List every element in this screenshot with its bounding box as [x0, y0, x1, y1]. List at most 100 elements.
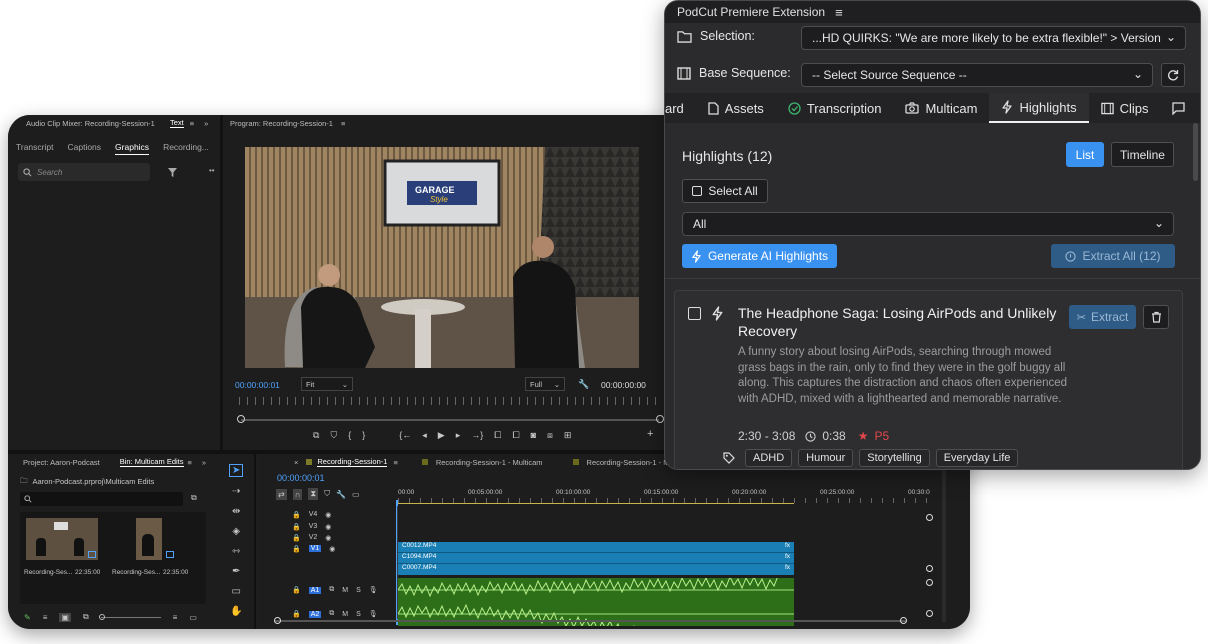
program-timecode[interactable]: 00:00:00:01: [235, 380, 280, 390]
tab-project[interactable]: Project: Aaron-Podcast: [23, 458, 100, 467]
mic-icon[interactable]: 🎙: [369, 610, 378, 618]
mark-out-icon[interactable]: }: [362, 430, 365, 441]
zoom-slider[interactable]: [98, 613, 161, 620]
timeline-vscroll[interactable]: [942, 462, 946, 622]
icon-view-icon[interactable]: ▣: [59, 612, 71, 622]
scroll-handle[interactable]: [926, 565, 933, 572]
timeline-hscroll[interactable]: [274, 620, 906, 622]
scroll-handle[interactable]: [926, 579, 933, 586]
list-view-button[interactable]: List: [1066, 142, 1104, 167]
timeline-tab[interactable]: Recording-Session-1 - Multicam: [436, 458, 543, 467]
filter-icon[interactable]: [168, 168, 177, 177]
tag-chip[interactable]: Everyday Life: [935, 449, 1019, 467]
tag-chip[interactable]: ADHD: [745, 449, 793, 467]
insert-icon[interactable]: ⧉: [313, 430, 319, 441]
panel-tab-text[interactable]: Text: [170, 118, 184, 128]
tab-chat[interactable]: [1160, 93, 1197, 123]
marker-icon[interactable]: ⛉: [330, 430, 337, 441]
select-all-button[interactable]: Select All: [682, 179, 768, 203]
track-select-icon[interactable]: ⇢: [232, 486, 240, 497]
timeline-view-button[interactable]: Timeline: [1111, 142, 1174, 167]
tab-highlights[interactable]: Highlights: [989, 93, 1089, 123]
resolution-dropdown[interactable]: Full ⌄: [525, 377, 565, 391]
program-title[interactable]: Program: Recording-Session-1: [230, 119, 333, 128]
mark-in-icon[interactable]: {: [348, 430, 351, 441]
captions-icon[interactable]: ▭: [352, 490, 360, 499]
panel-overflow-icon[interactable]: »: [202, 458, 206, 467]
sync-icon[interactable]: ⧉: [329, 610, 334, 618]
extract-button[interactable]: ✂ Extract: [1069, 305, 1136, 329]
lock-icon[interactable]: 🔒: [292, 534, 301, 542]
track-label[interactable]: V1: [308, 545, 322, 552]
pen-tool-icon[interactable]: ✒: [232, 566, 240, 577]
tab-clips[interactable]: Clips: [1089, 93, 1161, 123]
track-label[interactable]: V3: [309, 523, 318, 530]
add-button-icon[interactable]: +: [647, 428, 653, 440]
wrench-icon[interactable]: 🔧: [578, 379, 589, 390]
lock-icon[interactable]: 🔒: [292, 511, 301, 519]
scroll-handle[interactable]: [926, 610, 933, 617]
new-item-icon[interactable]: ▭: [189, 613, 197, 622]
scroll-handle[interactable]: [900, 617, 907, 624]
track-label[interactable]: A1: [308, 586, 322, 594]
highlight-card[interactable]: The Headphone Saga: Losing AirPods and U…: [674, 290, 1183, 469]
razor-icon[interactable]: ◈: [232, 526, 240, 537]
clip-thumbnail[interactable]: [26, 518, 98, 560]
export-frame-icon[interactable]: ◙: [531, 430, 536, 441]
panel-title[interactable]: Audio Clip Mixer: Recording-Session-1: [26, 119, 170, 128]
filter-dropdown[interactable]: All ⌄: [682, 212, 1174, 236]
linked-select-icon[interactable]: ⧗: [308, 488, 319, 500]
highlight-checkbox[interactable]: [688, 307, 701, 320]
lock-icon[interactable]: 🔒: [292, 610, 301, 618]
eye-icon[interactable]: ◉: [325, 523, 331, 531]
tag-chip[interactable]: Storytelling: [859, 449, 930, 467]
fit-dropdown[interactable]: Fit ⌄: [301, 377, 353, 391]
timeline-timecode[interactable]: 00:00:00:01: [277, 473, 325, 483]
clip-thumbnail[interactable]: [136, 518, 174, 560]
tab-bin[interactable]: Bin: Multicam Edits: [119, 457, 184, 467]
scroll-handle[interactable]: [926, 514, 933, 521]
rectangle-tool-icon[interactable]: ▭: [231, 586, 240, 597]
list-view-icon[interactable]: ≡: [43, 613, 48, 622]
lock-icon[interactable]: 🔒: [292, 586, 301, 594]
generate-highlights-button[interactable]: Generate AI Highlights: [682, 244, 837, 268]
freeform-view-icon[interactable]: ⧉: [83, 612, 89, 622]
add-marker-icon[interactable]: ⛉: [324, 489, 330, 499]
mute-button[interactable]: M: [342, 611, 348, 618]
scrub-start-handle[interactable]: [237, 415, 245, 423]
ripple-edit-icon[interactable]: ⇹: [232, 506, 240, 517]
lock-icon[interactable]: 🔒: [292, 523, 301, 531]
tab-graphics[interactable]: Graphics: [115, 142, 150, 155]
tab-assets[interactable]: Assets: [696, 93, 776, 123]
selection-tool-icon[interactable]: ➤: [229, 464, 244, 477]
track-label[interactable]: A2: [308, 610, 322, 618]
tag-chip[interactable]: Humour: [798, 449, 854, 467]
lock-icon[interactable]: 🔒: [292, 545, 301, 553]
step-back-icon[interactable]: ◂: [422, 430, 427, 441]
track-label[interactable]: V4: [309, 511, 318, 518]
eye-icon[interactable]: ◉: [329, 545, 335, 553]
graphics-search[interactable]: Search: [18, 163, 150, 181]
solo-button[interactable]: S: [356, 587, 361, 594]
nest-icon[interactable]: ⇄: [276, 488, 287, 500]
go-to-out-icon[interactable]: →}: [471, 430, 483, 441]
vertical-scrollbar[interactable]: [1193, 123, 1198, 181]
tab-captions[interactable]: Captions: [67, 142, 101, 155]
mic-icon[interactable]: 🎙: [369, 586, 378, 594]
tab-multicam[interactable]: Multicam: [893, 93, 989, 123]
program-menu-icon[interactable]: ≡: [341, 119, 345, 128]
delete-button[interactable]: [1143, 305, 1169, 329]
more-icon[interactable]: ••: [209, 166, 215, 175]
tab-dashboard[interactable]: ard: [665, 93, 696, 123]
scrub-bar[interactable]: [241, 419, 659, 421]
new-bin-icon[interactable]: ⧉: [191, 493, 197, 503]
track-label[interactable]: V2: [309, 534, 318, 541]
select-all-checkbox[interactable]: [692, 186, 703, 196]
scroll-handle[interactable]: [274, 617, 281, 624]
snap-icon[interactable]: ∩: [292, 488, 303, 500]
sort-icon[interactable]: ≡: [173, 613, 178, 622]
hand-tool-icon[interactable]: ✋: [230, 606, 242, 617]
eye-icon[interactable]: ◉: [325, 511, 331, 519]
eye-icon[interactable]: ◉: [325, 534, 331, 542]
compare-icon[interactable]: ⧈: [547, 430, 553, 441]
